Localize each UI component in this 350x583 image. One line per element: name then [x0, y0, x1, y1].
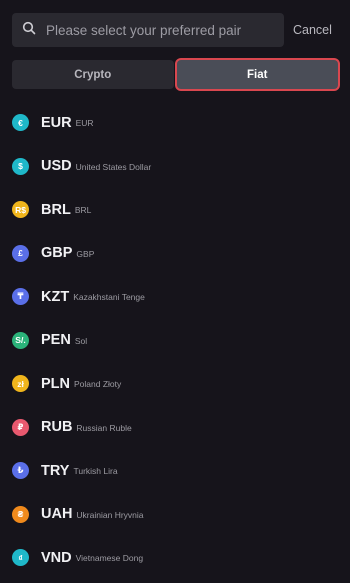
currency-symbol-icon: £ [12, 244, 29, 262]
currency-symbol-icon: zł [12, 375, 29, 393]
search-bar-row: Cancel [12, 13, 338, 47]
currency-name: Poland Złoty [74, 379, 122, 390]
currency-item-kzt[interactable]: ₸ KZT Kazakhstani Tenge [12, 275, 338, 319]
cancel-button[interactable]: Cancel [293, 23, 332, 37]
currency-code: GBP [41, 245, 73, 262]
currency-name: Turkish Lira [73, 466, 118, 477]
tab-crypto[interactable]: Crypto [12, 60, 174, 89]
currency-name: GBP [76, 248, 95, 259]
currency-item-uah[interactable]: ₴ UAH Ukrainian Hryvnia [12, 493, 338, 537]
currency-name: Ukrainian Hryvnia [76, 509, 144, 520]
currency-name: EUR [75, 118, 94, 129]
currency-name: Vietnamese Dong [75, 553, 144, 564]
currency-code: USD [41, 158, 72, 175]
currency-symbol-icon: ₸ [12, 288, 29, 306]
currency-code: UAH [41, 506, 73, 523]
currency-item-vnd[interactable]: ₫ VND Vietnamese Dong [12, 536, 338, 580]
currency-symbol-icon: ₺ [12, 462, 29, 480]
currency-item-gbp[interactable]: £ GBP GBP [12, 232, 338, 276]
currency-item-usd[interactable]: $ USD United States Dollar [12, 145, 338, 189]
currency-item-pen[interactable]: S/. PEN Sol [12, 319, 338, 363]
currency-name: United States Dollar [75, 161, 152, 172]
currency-code: VND [41, 549, 72, 566]
currency-item-rub[interactable]: ₽ RUB Russian Ruble [12, 406, 338, 450]
currency-symbol-icon: S/. [12, 331, 29, 349]
currency-symbol-icon: ₫ [12, 549, 29, 567]
currency-name: BRL [74, 205, 92, 216]
currency-symbol-icon: R$ [12, 201, 29, 219]
currency-name: Russian Ruble [76, 422, 132, 433]
search-box[interactable] [12, 13, 284, 47]
search-icon [22, 21, 36, 40]
tab-bar: Crypto Fiat [12, 60, 338, 91]
currency-item-eur[interactable]: € EUR EUR [12, 101, 338, 145]
currency-list: € EUR EUR $ USD United States Dollar R$ BRL BRL £… [12, 101, 338, 580]
currency-item-try[interactable]: ₺ TRY Turkish Lira [12, 449, 338, 493]
currency-name: Kazakhstani Tenge [73, 292, 145, 303]
currency-symbol-icon: $ [12, 157, 29, 175]
currency-code: PLN [41, 375, 70, 392]
currency-name: Sol [74, 335, 88, 346]
currency-symbol-icon: ₽ [12, 418, 29, 436]
search-input[interactable] [44, 21, 284, 39]
currency-code: BRL [41, 201, 71, 218]
currency-code: EUR [41, 114, 72, 131]
tab-fiat[interactable]: Fiat [176, 60, 338, 89]
currency-code: KZT [41, 288, 70, 305]
currency-symbol-icon: ₴ [12, 505, 29, 523]
currency-symbol-icon: € [12, 114, 29, 132]
currency-code: RUB [41, 419, 73, 436]
currency-code: TRY [41, 462, 70, 479]
currency-code: PEN [41, 332, 71, 349]
currency-item-brl[interactable]: R$ BRL BRL [12, 188, 338, 232]
currency-item-pln[interactable]: zł PLN Poland Złoty [12, 362, 338, 406]
